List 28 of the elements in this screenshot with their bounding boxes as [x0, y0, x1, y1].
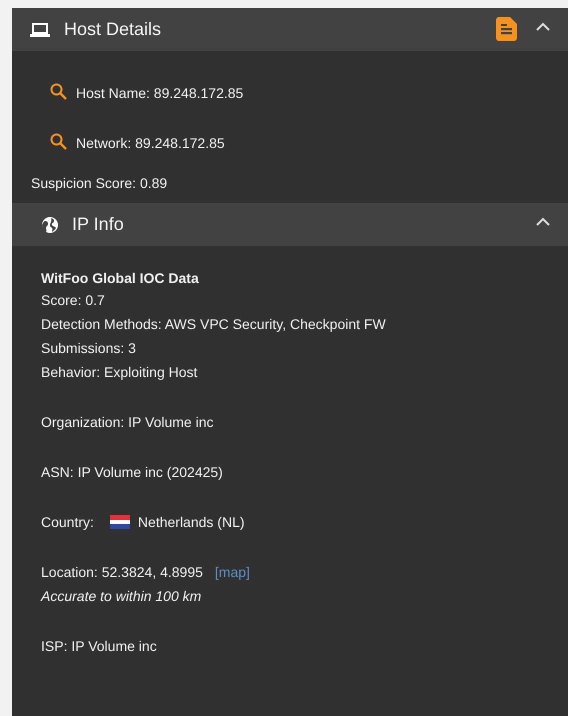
panel-header[interactable]: IP Info: [12, 203, 568, 246]
document-icon[interactable]: [496, 16, 518, 40]
panel-title: IP Info: [72, 214, 124, 235]
ioc-detail: Score: 0.7: [41, 291, 106, 310]
chevron-icon[interactable]: [536, 22, 550, 31]
lookup-label: Host Name: 89.248.172.85: [76, 85, 244, 101]
isp-text: ISP: IP Volume inc: [41, 638, 157, 654]
location-text: Location: 52.3824, 4.8995: [41, 564, 203, 580]
asn-text: ASN: IP Volume inc (202425): [41, 464, 223, 480]
ioc-title: WitFoo Global IOC Data: [41, 269, 200, 288]
laptop-icon: [30, 22, 50, 36]
globe-icon: [42, 216, 58, 232]
country-label: Country:: [41, 513, 94, 532]
ioc-detail: Detection Methods: AWS VPC Security, Checkpoint FW: [41, 315, 387, 334]
panel-title: Host Details: [64, 19, 162, 40]
flag-icon: [110, 515, 130, 529]
suspicion-score: Suspicion Score: 0.89: [31, 175, 168, 191]
country-name: Netherlands (NL): [138, 513, 245, 532]
map-link[interactable]: [map]: [214, 564, 250, 580]
accuracy-note: Accurate to within 100 km: [41, 588, 202, 604]
panel-header[interactable]: Host Details: [12, 8, 568, 51]
ioc-detail: Submissions: 3: [41, 339, 137, 358]
search-icon[interactable]: [50, 132, 67, 150]
search-icon[interactable]: [50, 82, 67, 100]
organization-text: Organization: IP Volume inc: [41, 414, 214, 430]
chevron-icon[interactable]: [536, 217, 550, 226]
lookup-label: Network: 89.248.172.85: [76, 135, 225, 151]
ioc-detail: Behavior: Exploiting Host: [41, 363, 198, 382]
